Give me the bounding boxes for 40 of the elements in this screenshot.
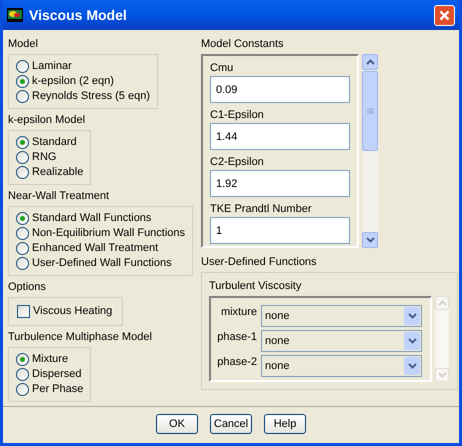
group-label: Options — [8, 280, 47, 294]
row-label: mixture — [220, 305, 257, 319]
dropdown[interactable]: none — [261, 305, 422, 327]
row-label: phase-1 — [216, 330, 257, 344]
dropdown[interactable]: none — [261, 330, 422, 352]
group-label: Turbulent Viscosity — [209, 279, 302, 293]
dialog-button[interactable]: Cancel — [210, 414, 252, 434]
dialog-button[interactable]: OK — [156, 414, 198, 434]
group-label: Model Constants — [201, 37, 285, 51]
input-field[interactable]: 0.09 — [210, 76, 350, 103]
radio-label: Standard Wall Functions — [32, 212, 152, 225]
group-label: k-epsilon Model — [8, 113, 86, 127]
radio-label: Per Phase — [32, 383, 84, 396]
window-title: Viscous Model — [29, 6, 128, 24]
radio-label: k-epsilon (2 eqn) — [32, 75, 114, 88]
radio-label: Realizable — [32, 166, 84, 179]
radio-label: Reynolds Stress (5 eqn) — [32, 90, 150, 103]
field-label: TKE Prandtl Number — [210, 202, 312, 217]
dropdown[interactable]: none — [261, 355, 422, 377]
input-field[interactable]: 1.92 — [210, 170, 350, 197]
dialog-button[interactable]: Help — [264, 414, 306, 434]
radio-label: RNG — [32, 151, 56, 164]
radio-label: Standard — [32, 136, 77, 149]
radio-label: Enhanced Wall Treatment — [32, 242, 158, 255]
row-label: phase-2 — [216, 355, 257, 369]
radio-label: Mixture — [32, 353, 68, 366]
group-label: Near-Wall Treatment — [8, 189, 110, 203]
group-label: Turbulence Multiphase Model — [8, 330, 153, 344]
field-label: C2-Epsilon — [210, 155, 265, 170]
group-label: Model — [8, 37, 39, 51]
field-label: C1-Epsilon — [210, 108, 265, 123]
input-field[interactable]: 1 — [210, 217, 350, 244]
checkbox-label: Viscous Heating — [33, 304, 112, 320]
input-field[interactable]: 1.44 — [210, 123, 350, 150]
field-label: Cmu — [210, 61, 234, 76]
radio-label: Dispersed — [32, 368, 82, 381]
group-label: User-Defined Functions — [201, 255, 318, 269]
radio-label: Non-Equilibrium Wall Functions — [32, 227, 186, 240]
radio-label: User-Defined Wall Functions — [32, 257, 172, 270]
radio-label: Laminar — [32, 60, 72, 73]
